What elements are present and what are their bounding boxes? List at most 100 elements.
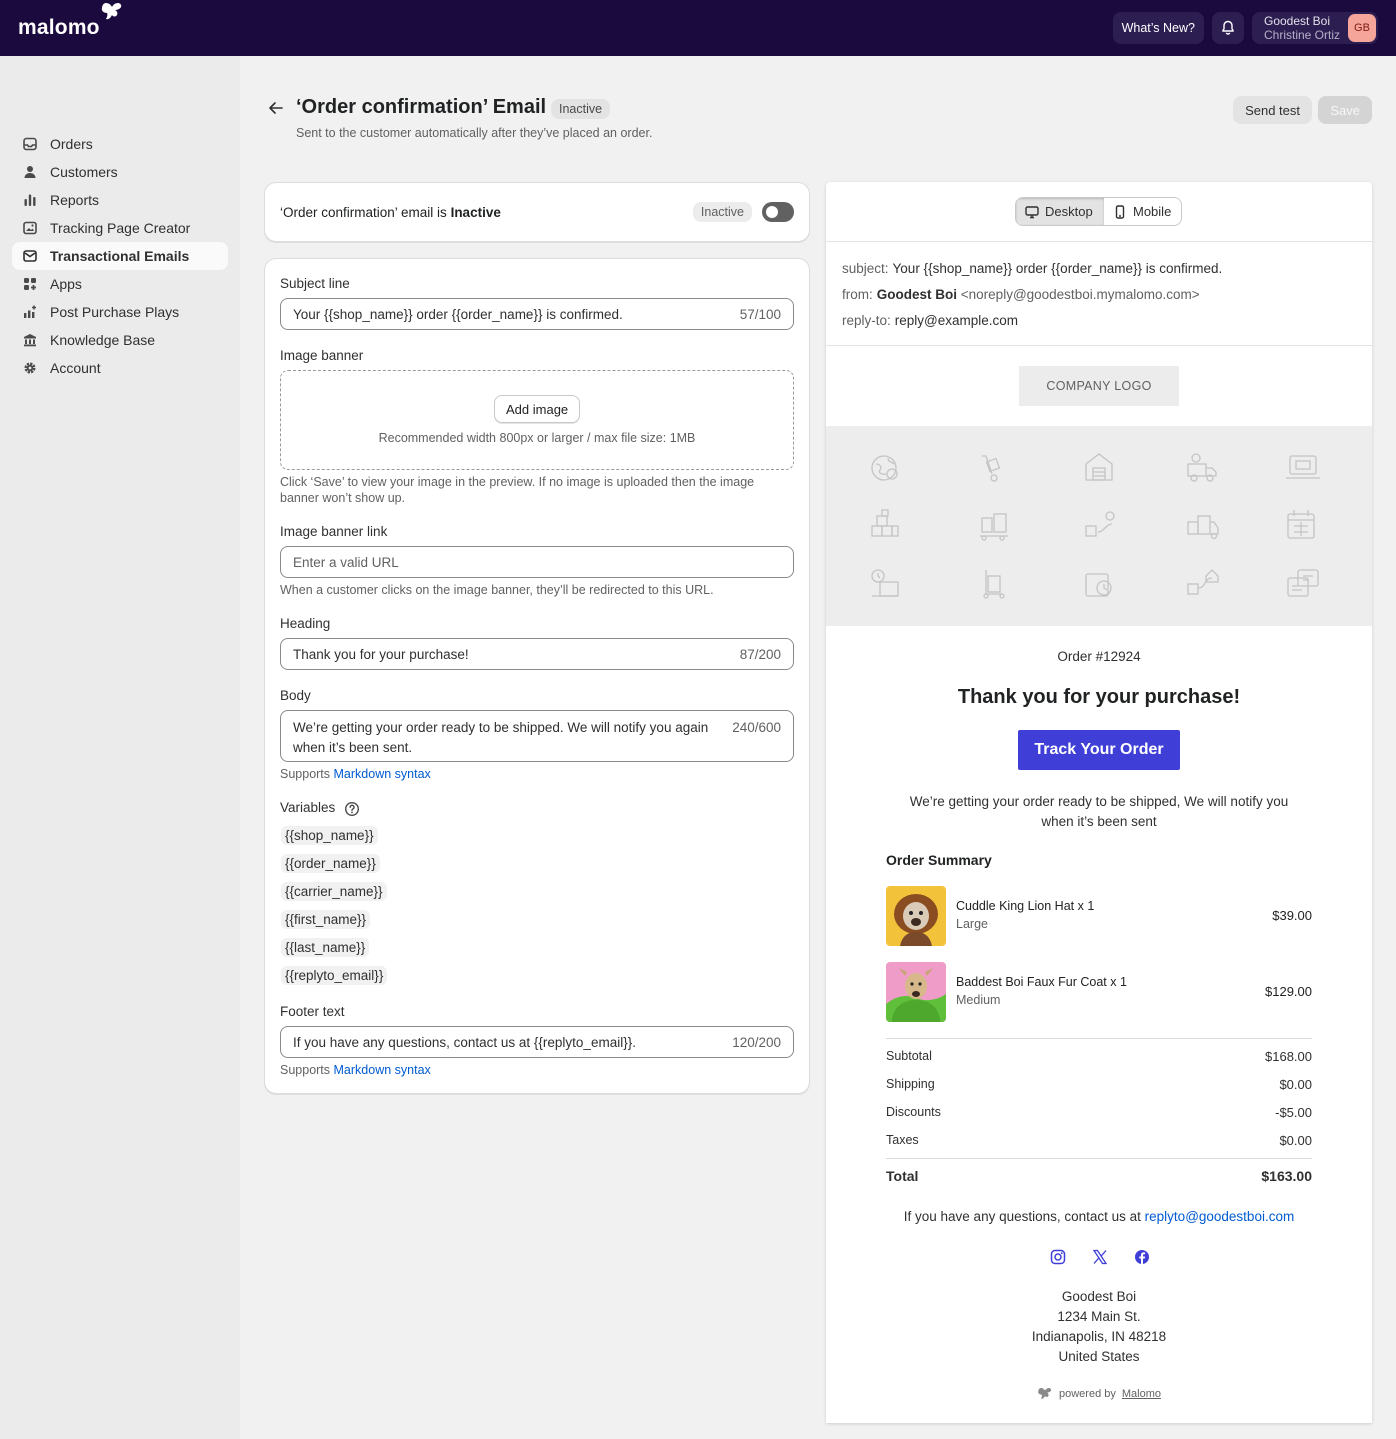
sidebar-item-label: Tracking Page Creator — [50, 220, 191, 236]
product-name: Baddest Boi Faux Fur Coat x 1 — [956, 975, 1127, 989]
body-input[interactable]: We’re getting your order ready to be shi… — [280, 710, 794, 762]
sidebar-item-knowledge-base[interactable]: Knowledge Base — [12, 326, 228, 354]
device-toggle: Desktop Mobile — [1015, 197, 1182, 226]
question-circle-icon[interactable] — [344, 801, 360, 817]
whats-new-button[interactable]: What’s New? — [1112, 12, 1204, 44]
sidebar-item-reports[interactable]: Reports — [12, 186, 228, 214]
total-row: Total $163.00 — [886, 1168, 1312, 1184]
body-help: Supports Markdown syntax — [280, 766, 794, 782]
apps-icon — [22, 276, 38, 292]
status-text: ‘Order confirmation’ email is Inactive — [280, 205, 501, 220]
image-banner-placeholder — [826, 426, 1372, 626]
sidebar-item-tracking-page-creator[interactable]: Tracking Page Creator — [12, 214, 228, 242]
product-price: $39.00 — [1272, 908, 1312, 923]
variables-label: Variables — [280, 800, 336, 815]
total-value: $163.00 — [1261, 1168, 1312, 1184]
subject-input[interactable]: Your {{shop_name}} order {{order_name}} … — [280, 298, 794, 330]
heading-char-count: 87/200 — [739, 646, 781, 662]
active-toggle[interactable] — [762, 202, 794, 222]
avatar: GB — [1348, 14, 1376, 42]
image-dropzone[interactable]: Add image Recommended width 800px or lar… — [280, 370, 794, 470]
page-subtitle: Sent to the customer automatically after… — [296, 126, 653, 140]
status-state: Inactive — [450, 204, 501, 220]
product-image-lion-hat — [886, 886, 946, 946]
footer-help-prefix: Supports — [280, 1063, 334, 1077]
email-icon — [22, 248, 38, 264]
footer-label: Footer text — [280, 1004, 345, 1019]
variable-chip[interactable]: {{replyto_email}} — [281, 966, 388, 985]
reply-to-value: reply@example.com — [894, 313, 1019, 328]
banner-link-input[interactable]: Enter a valid URL — [280, 546, 794, 578]
sidebar-item-account[interactable]: Account — [12, 354, 228, 382]
variable-chip[interactable]: {{order_name}} — [281, 854, 380, 873]
add-image-button[interactable]: Add image — [494, 395, 581, 423]
variable-chip[interactable]: {{shop_name}} — [281, 826, 378, 845]
status-badge: Inactive — [551, 99, 611, 119]
variable-chip[interactable]: {{first_name}} — [281, 910, 371, 929]
address-line: Goodest Boi — [1061, 1289, 1137, 1304]
tab-mobile-label: Mobile — [1133, 204, 1172, 219]
save-button[interactable]: Save — [1318, 96, 1372, 124]
banner-link-help: When a customer clicks on the image bann… — [280, 583, 714, 597]
tab-mobile[interactable]: Mobile — [1104, 198, 1180, 225]
variable-chip[interactable]: {{carrier_name}} — [281, 882, 387, 901]
malomo-logo[interactable]: malomo — [18, 3, 122, 40]
total-label: Total — [886, 1168, 919, 1184]
subtotal-label: Subtotal — [886, 1049, 932, 1063]
email-preview: Desktop Mobile subject: Your {{shop_name}… — [826, 182, 1372, 1423]
logo-mark-icon — [101, 3, 122, 20]
back-button[interactable] — [268, 100, 284, 119]
footer-input[interactable]: If you have any questions, contact us at… — [280, 1026, 794, 1058]
heading-label: Heading — [280, 616, 331, 631]
x-twitter-icon[interactable] — [1092, 1249, 1108, 1265]
facebook-icon[interactable] — [1134, 1249, 1150, 1265]
preview-from: from: Goodest Boi <noreply@goodestboi.mym… — [842, 287, 1200, 302]
social-links — [1050, 1249, 1150, 1265]
track-order-button[interactable]: Track Your Order — [1018, 730, 1180, 770]
store-address: Goodest Boi 1234 Main St. Indianapolis, … — [826, 1287, 1372, 1367]
notifications-button[interactable] — [1211, 12, 1244, 44]
sidebar: Orders Customers Reports Tracking Page C… — [0, 56, 240, 1439]
footer-value: If you have any questions, contact us at… — [293, 1034, 636, 1050]
sidebar-item-label: Post Purchase Plays — [50, 304, 180, 320]
bank-icon — [22, 332, 38, 348]
sidebar-item-post-purchase-plays[interactable]: Post Purchase Plays — [12, 298, 228, 326]
email-body: We’re getting your order ready to be shi… — [909, 794, 1289, 829]
shipping-row: Shipping $0.00 — [886, 1077, 1312, 1092]
malomo-mark-icon — [1038, 1388, 1052, 1399]
image-banner-label: Image banner — [280, 348, 364, 363]
taxes-value: $0.00 — [1279, 1133, 1312, 1148]
status-prefix: ‘Order confirmation’ email is — [280, 204, 451, 220]
taxes-label: Taxes — [886, 1133, 919, 1147]
address-line: United States — [1058, 1349, 1140, 1364]
preview-reply-to: reply-to: reply@example.com — [842, 313, 1018, 328]
subtotal-row: Subtotal $168.00 — [886, 1049, 1312, 1064]
user-menu-button[interactable]: Goodest Boi Christine Ortiz GB — [1251, 12, 1378, 44]
person-icon — [22, 164, 38, 180]
body-help-prefix: Supports — [280, 767, 334, 781]
bell-icon — [1222, 20, 1234, 35]
markdown-link[interactable]: Markdown syntax — [334, 1063, 431, 1077]
variable-chip[interactable]: {{last_name}} — [281, 938, 370, 957]
contact-email-link[interactable]: replyto@goodestboi.com — [1145, 1209, 1295, 1224]
inbox-icon — [22, 136, 38, 152]
contact-prefix: If you have any questions, contact us at — [903, 1209, 1145, 1224]
address-line: Indianapolis, IN 48218 — [1031, 1329, 1167, 1344]
divider — [826, 345, 1372, 346]
tab-desktop[interactable]: Desktop — [1016, 198, 1104, 225]
reply-to-key: reply-to: — [842, 313, 891, 328]
heading-input[interactable]: Thank you for your purchase! 87/200 — [280, 638, 794, 670]
desktop-icon — [1025, 205, 1039, 218]
sidebar-item-orders[interactable]: Orders — [12, 130, 228, 158]
divider — [886, 1158, 1312, 1159]
markdown-link[interactable]: Markdown syntax — [334, 767, 431, 781]
instagram-icon[interactable] — [1050, 1249, 1066, 1265]
subject-value: Your {{shop_name}} order {{order_name}} … — [892, 261, 1223, 276]
send-test-button[interactable]: Send test — [1233, 96, 1312, 124]
malomo-link[interactable]: Malomo — [1122, 1388, 1161, 1400]
sidebar-item-apps[interactable]: Apps — [12, 270, 228, 298]
order-number: Order #12924 — [1057, 649, 1141, 664]
divider — [826, 241, 1372, 242]
sidebar-item-customers[interactable]: Customers — [12, 158, 228, 186]
sidebar-item-transactional-emails[interactable]: Transactional Emails — [12, 242, 228, 270]
